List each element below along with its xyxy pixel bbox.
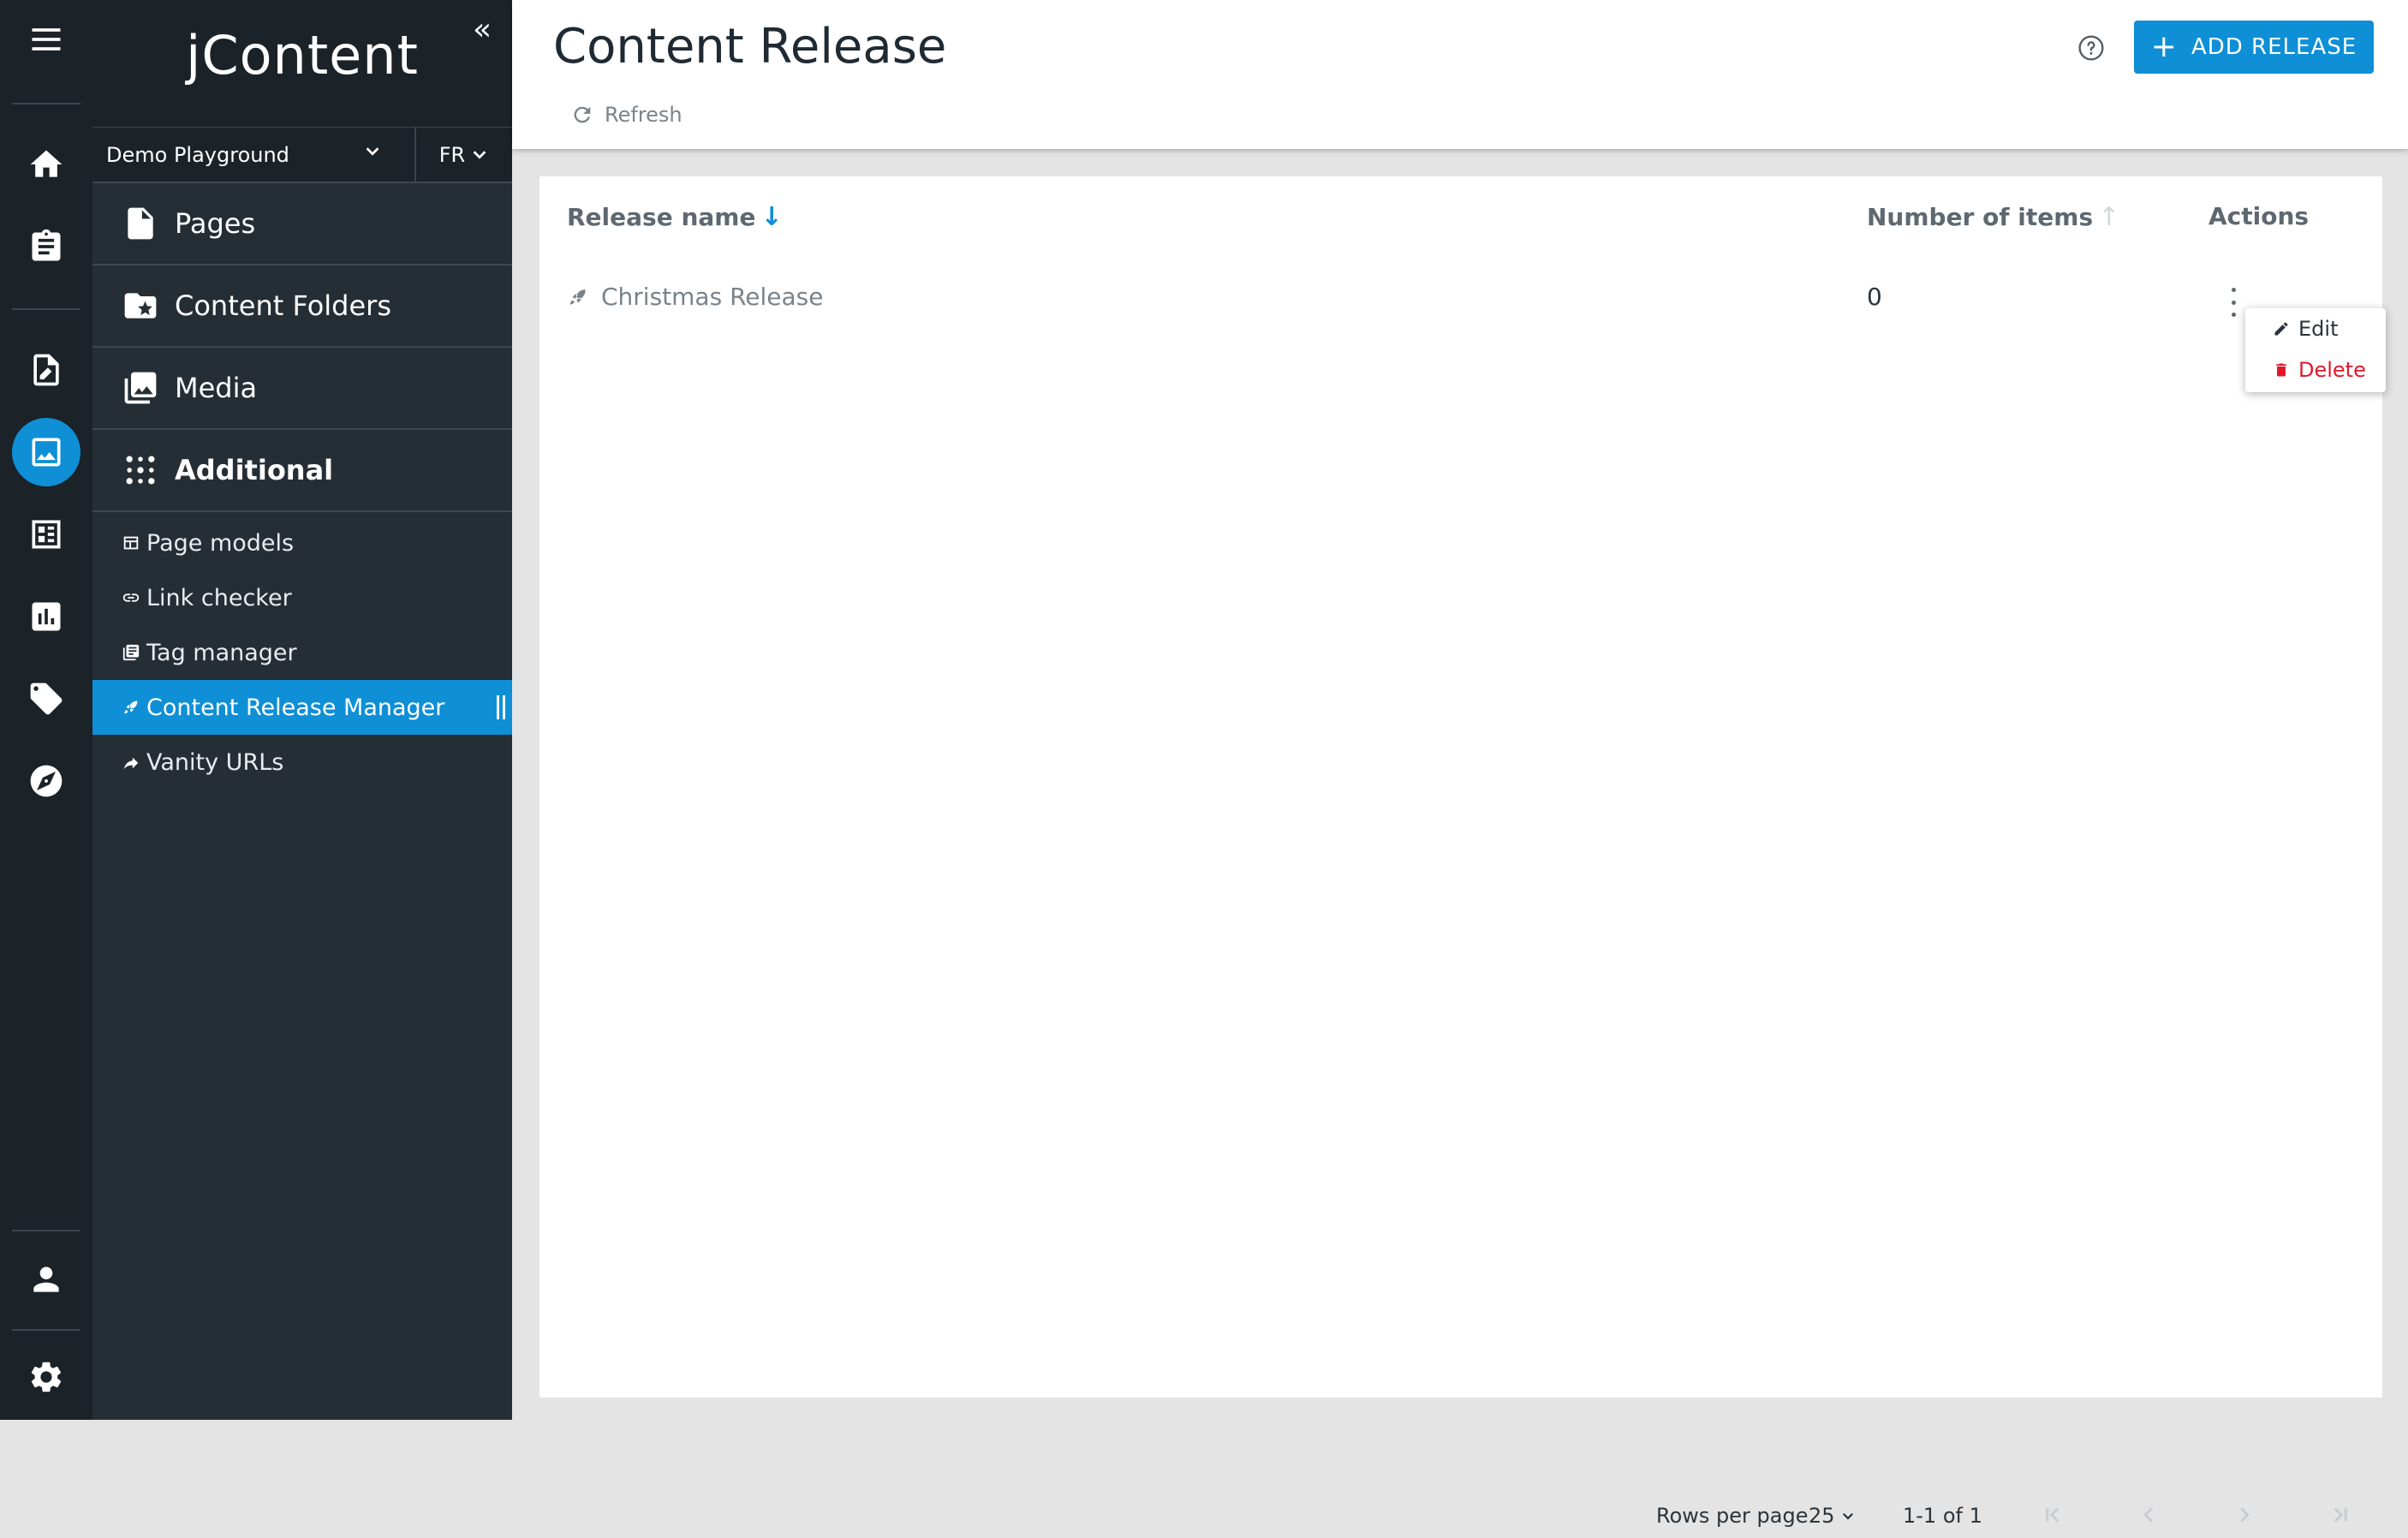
icon-rail	[0, 0, 92, 1420]
pagination-bar: Rows per page 25 1-1 of 1	[539, 1495, 2382, 1538]
chevron-down-icon	[470, 145, 489, 169]
menu-icon[interactable]	[12, 5, 80, 74]
nav-item-page-models[interactable]: Page models	[92, 516, 512, 570]
rocket-icon	[569, 289, 586, 305]
nav-item-label: Content Release Manager	[146, 694, 445, 721]
accordion-media[interactable]: Media	[92, 346, 512, 428]
page-icon	[122, 205, 159, 242]
compass-icon[interactable]	[12, 747, 80, 815]
arrow-forward-icon	[122, 753, 140, 772]
language-selector[interactable]: FR	[414, 127, 512, 182]
item-count: 0	[1867, 283, 1882, 311]
edit-page-icon[interactable]	[12, 336, 80, 404]
image-icon	[122, 369, 159, 407]
tag-icon[interactable]	[12, 665, 80, 733]
nav-item-label: Tag manager	[146, 639, 297, 666]
nav-item-link-checker[interactable]: Link checker	[92, 570, 512, 625]
release-name-cell[interactable]: Christmas Release	[567, 283, 823, 311]
link-icon	[122, 588, 140, 607]
page-title: Content Release	[553, 19, 947, 75]
trash-icon	[2276, 363, 2286, 377]
release-table-panel: Release name ↓ Number of items ↑ Actions…	[539, 176, 2382, 1528]
tags-stack-icon	[122, 643, 140, 662]
rail-divider	[12, 103, 80, 104]
accordion-label: Additional	[175, 454, 334, 486]
nav-item-label: Vanity URLs	[146, 748, 284, 776]
language-code: FR	[438, 142, 466, 167]
navigation-panel: jContent « Demo Playground FR Pages Cont…	[92, 0, 512, 1420]
home-icon[interactable]	[12, 130, 80, 199]
nav-item-content-release-manager[interactable]: Content Release Manager	[92, 680, 512, 735]
app-logo: jContent	[186, 24, 419, 86]
rail-divider	[12, 1230, 80, 1231]
refresh-label: Refresh	[605, 103, 682, 127]
sort-asc-icon: ↑	[2098, 202, 2120, 232]
delete-menu-item[interactable]: Delete	[2273, 358, 2366, 382]
pagination-range: 1-1 of 1	[1903, 1504, 1982, 1528]
clipboard-icon[interactable]	[12, 212, 80, 281]
column-header-release-name[interactable]: Release name ↓	[567, 202, 783, 232]
dashboard-icon[interactable]	[12, 500, 80, 569]
rows-per-page-label: Rows per page	[1656, 1504, 1809, 1528]
site-selector[interactable]: Demo Playground	[92, 127, 414, 182]
edit-label: Edit	[2298, 317, 2339, 341]
chevron-down-icon	[363, 141, 382, 165]
add-release-label: ADD RELEASE	[2190, 34, 2357, 60]
accordion-additional[interactable]: Additional	[92, 428, 512, 512]
nav-item-tag-manager[interactable]: Tag manager	[92, 625, 512, 680]
resize-handle[interactable]	[497, 695, 505, 719]
accordion-label: Pages	[175, 207, 256, 240]
last-page-icon[interactable]	[2328, 1502, 2353, 1528]
page-header: Content Release + ADD RELEASE Refresh	[512, 0, 2408, 149]
column-label: Actions	[2208, 202, 2310, 230]
chevron-down-icon	[1842, 1512, 1853, 1520]
rocket-icon	[122, 698, 140, 717]
plus-icon: +	[2150, 29, 2178, 64]
template-icon	[122, 534, 140, 552]
column-header-actions: Actions	[2208, 202, 2309, 230]
refresh-button[interactable]: Refresh	[570, 103, 682, 127]
add-release-button[interactable]: + ADD RELEASE	[2134, 21, 2374, 74]
more-vert-icon[interactable]	[2225, 288, 2242, 317]
first-page-icon[interactable]	[2040, 1502, 2065, 1528]
rail-divider	[12, 308, 80, 310]
double-chevron-left-icon[interactable]: «	[473, 12, 492, 47]
delete-label: Delete	[2298, 358, 2366, 382]
media-icon[interactable]	[12, 418, 80, 486]
site-name: Demo Playground	[106, 142, 289, 167]
edit-menu-item[interactable]: Edit	[2273, 317, 2338, 341]
nav-header: jContent «	[92, 0, 512, 127]
accordion-label: Content Folders	[175, 289, 391, 322]
rows-per-page-value: 25	[1809, 1504, 1835, 1528]
nav-item-label: Link checker	[146, 584, 292, 611]
accordion-label: Media	[175, 372, 258, 404]
rail-divider	[12, 1329, 80, 1331]
chart-icon[interactable]	[12, 582, 80, 651]
accordion-pages[interactable]: Pages	[92, 182, 512, 264]
refresh-icon	[574, 106, 591, 123]
user-icon[interactable]	[12, 1245, 80, 1314]
nav-item-label: Page models	[146, 529, 295, 557]
apps-dots-icon	[122, 451, 159, 489]
accordion-content-folders[interactable]: Content Folders	[92, 264, 512, 346]
nav-item-vanity-urls[interactable]: Vanity URLs	[92, 735, 512, 790]
release-name: Christmas Release	[601, 283, 824, 311]
column-label: Number of items	[1867, 203, 2094, 231]
next-page-icon[interactable]	[2232, 1502, 2257, 1528]
rows-per-page-select[interactable]: 25	[1809, 1504, 1856, 1528]
help-icon[interactable]	[2077, 34, 2105, 62]
pencil-icon	[2274, 322, 2288, 336]
sort-desc-icon: ↓	[760, 202, 783, 232]
settings-icon[interactable]	[12, 1343, 80, 1411]
folder-star-icon	[122, 287, 159, 325]
previous-page-icon[interactable]	[2136, 1502, 2161, 1528]
column-label: Release name	[567, 203, 756, 231]
column-header-number-of-items[interactable]: Number of items ↑	[1867, 202, 2119, 232]
row-actions-menu: Edit Delete	[2245, 308, 2386, 392]
